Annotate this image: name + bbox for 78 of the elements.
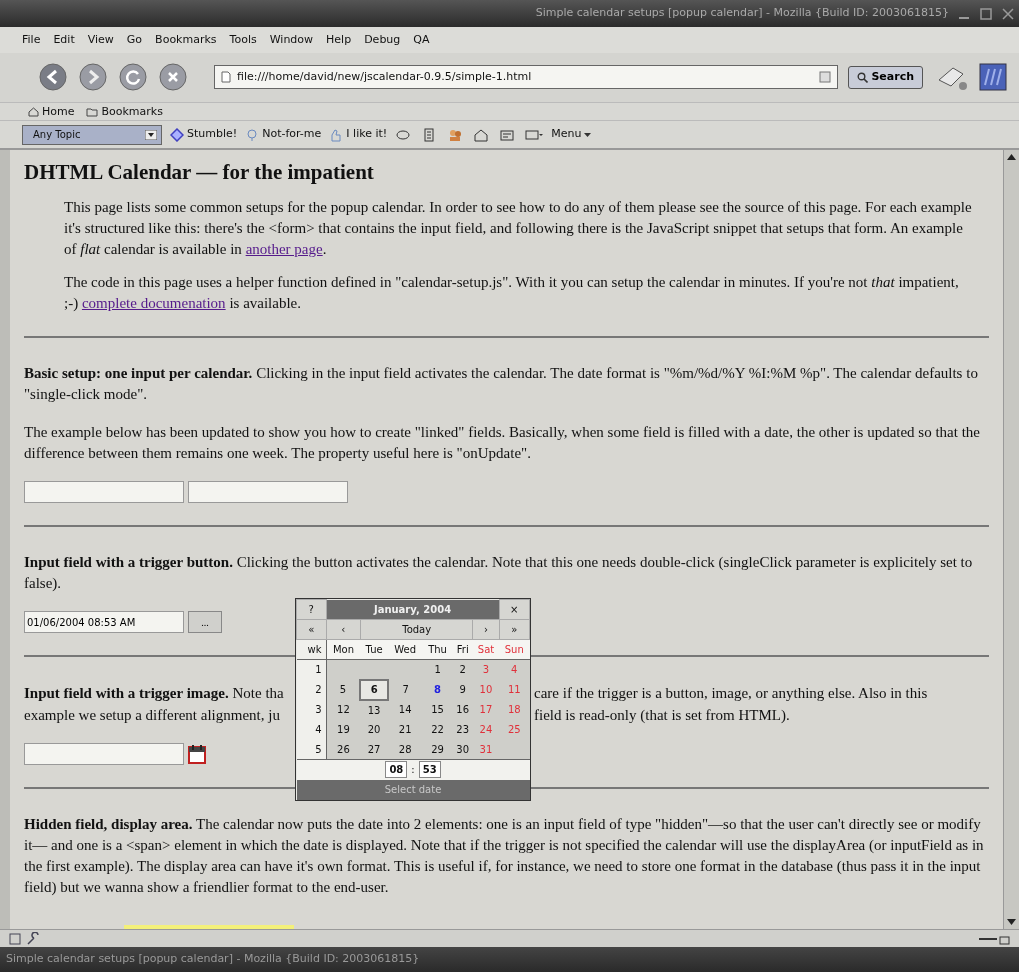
paragraph: Hidden field, display area. The calendar now puts the date into 2 elements: one is an input field of type "hidden"—so that the user can't directly see or modify it— and one is a <span> element in which the date is displayed. Note that if the trigger is not specified the calendar will use the displayArea (or inputField as in the first example). The display area can have it's own format. This is useful if, for instance, we need to store one format in the database (thus pass it in the input field) but we wanna show a friendlier format to the end-user. [24, 815, 985, 898]
paragraph: The code in this page uses a helper function defined in "calendar-setup.js". With it you can setup the calendar in minutes. If you're not that impatient, ;-) complete documenation is available. [64, 273, 960, 314]
menu-item[interactable]: View [87, 31, 114, 49]
time-separator: : [410, 764, 416, 776]
week-header: wk [296, 639, 326, 660]
trigger-button[interactable]: ... [188, 611, 222, 634]
status-label: Select date [296, 779, 530, 800]
close-button[interactable]: × [499, 599, 530, 620]
calendar-title: January, 2004 [326, 599, 500, 620]
week-number: 3 [296, 699, 326, 720]
page-heading: DHTML Calendar — for the impatient [24, 159, 375, 186]
text-link[interactable]: complete documenation [81, 295, 226, 312]
menu-item[interactable]: Help [326, 31, 352, 49]
weekday-header: Sun [499, 639, 530, 660]
folder-icon [86, 106, 99, 117]
nav-button[interactable]: › [472, 619, 500, 640]
today-button[interactable]: Today [360, 619, 473, 640]
calendar-day[interactable]: 27 [360, 739, 388, 760]
nav-button[interactable]: « [296, 619, 326, 640]
input-field[interactable] [188, 481, 348, 504]
caret-icon [584, 131, 592, 138]
calendar-day[interactable]: 6 [360, 679, 388, 700]
thumbs-up-icon [329, 127, 344, 142]
bookmarks-link[interactable]: Bookmarks [86, 103, 163, 120]
stop-icon[interactable] [158, 62, 188, 93]
menu-item[interactable]: Edit [53, 31, 75, 49]
menu-item[interactable]: QA [413, 31, 430, 49]
paragraph: Basic setup: one input per calendar. Clicking in the input field activates the calendar. The date format is "%m/%d/%Y %I:%M %p". The calendar defaults to "single-click mode". [24, 364, 979, 405]
menu-item[interactable]: Tools [229, 31, 257, 49]
input-field[interactable] [24, 743, 184, 766]
week-number: 2 [296, 679, 326, 700]
diamond-icon [170, 127, 184, 142]
search-icon [857, 72, 869, 83]
back-icon[interactable] [38, 62, 68, 93]
hour-field[interactable]: 08 [385, 761, 408, 779]
input-field[interactable] [24, 481, 184, 504]
menu-button[interactable]: Menu [551, 126, 592, 143]
calendar-day[interactable]: 20 [360, 719, 388, 740]
text-line: example we setup a different alignment, ju [24, 706, 281, 726]
text-line: Input field with a trigger image. Note tha [24, 684, 285, 704]
home-link[interactable]: Home [28, 103, 75, 120]
menu-item[interactable]: Bookmarks [155, 31, 217, 49]
window-title: Simple calendar setups [popup calendar] - Mozilla {Build ID: 2003061815} [535, 5, 949, 22]
week-number: 1 [296, 659, 326, 680]
paragraph: Input field with a trigger button. Clicking the button activates the calendar. Note that this one needs double-click (singleClick parameter is explicitely set to false). [24, 553, 974, 594]
text-line: field is read-only (that is set from HTML). [534, 706, 791, 726]
topic-dropdown[interactable]: Any Topic [22, 124, 162, 145]
weekday-header: Tue [360, 639, 388, 660]
maximize-icon[interactable] [979, 6, 993, 21]
forward-icon[interactable] [78, 62, 108, 93]
paragraph: This page lists some common setups for the popup calendar. In order to see how to do any of them please see the source of this page. For each example it's structured like this: there's the <form> that contains the input field, and following there is the JavaScript snippet that setups that form. An example of flat calendar is available in another page. [64, 198, 973, 260]
stumble-button[interactable]: Stumble! [170, 126, 238, 143]
throbber-icon[interactable] [979, 63, 1007, 92]
not-for-me-button[interactable]: Not-for-me [245, 126, 322, 143]
minute-field[interactable]: 53 [418, 761, 441, 779]
search-button[interactable]: Search [848, 66, 923, 89]
text-link[interactable]: another page [245, 241, 323, 258]
week-number: 4 [296, 719, 326, 740]
menu-item[interactable]: File [22, 31, 41, 49]
paragraph: The example below has been updated to show you how to create "linked" fields. Basically, when some field is filled with a date, the other is updated so that the difference between them remains one week. The property useful here is "onUpdate". [24, 423, 981, 464]
house-icon [28, 106, 39, 117]
reload-icon[interactable] [118, 62, 148, 93]
caret-icon [145, 129, 157, 140]
calendar-day[interactable]: 13 [360, 699, 388, 720]
week-number: 5 [296, 739, 326, 760]
menu-item[interactable]: Window [269, 31, 314, 49]
dropdown-icon[interactable] [819, 71, 832, 84]
like-button[interactable]: I like it! [329, 126, 388, 143]
nav-button[interactable]: ‹ [326, 619, 361, 640]
close-icon[interactable] [1001, 6, 1015, 21]
calendar-icon[interactable] [188, 744, 206, 765]
menu-item[interactable]: Go [126, 31, 143, 49]
text-line: care if the trigger is a button, image, or anything else. Also in this [534, 684, 928, 704]
address-field[interactable]: file:///home/david/new/jscalendar-0.9.5/simple-1.html [214, 65, 839, 90]
menu-item[interactable]: Debug [364, 31, 401, 49]
screen-icon[interactable] [525, 127, 544, 142]
input-field[interactable]: 01/06/2004 08:53 AM [24, 611, 184, 634]
help-button[interactable]: ? [296, 599, 326, 620]
